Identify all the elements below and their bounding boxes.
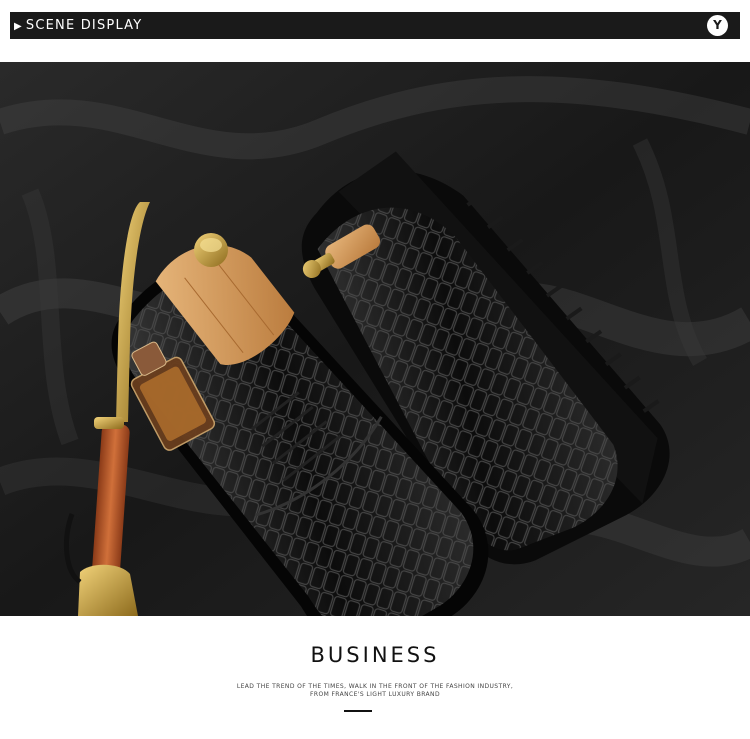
caption-tagline-line-2: FROM FRANCE'S LIGHT LUXURY BRAND: [310, 691, 440, 698]
section-header-bar: ▶ SCENE DISPLAY Y: [10, 12, 740, 39]
section-header-label: SCENE DISPLAY: [25, 18, 143, 33]
caption-tagline-line-1: LEAD THE TREND OF THE TIMES, WALK IN THE…: [236, 683, 514, 690]
play-arrow-icon: ▶: [14, 21, 23, 32]
caption-title: BUSINESS: [310, 643, 440, 667]
product-scene-illustration: [0, 62, 750, 616]
brand-badge-icon: Y: [707, 15, 728, 36]
caption-divider: [344, 710, 372, 712]
section-header-title: ▶ SCENE DISPLAY: [14, 12, 142, 39]
product-scene-photo: [0, 62, 750, 616]
